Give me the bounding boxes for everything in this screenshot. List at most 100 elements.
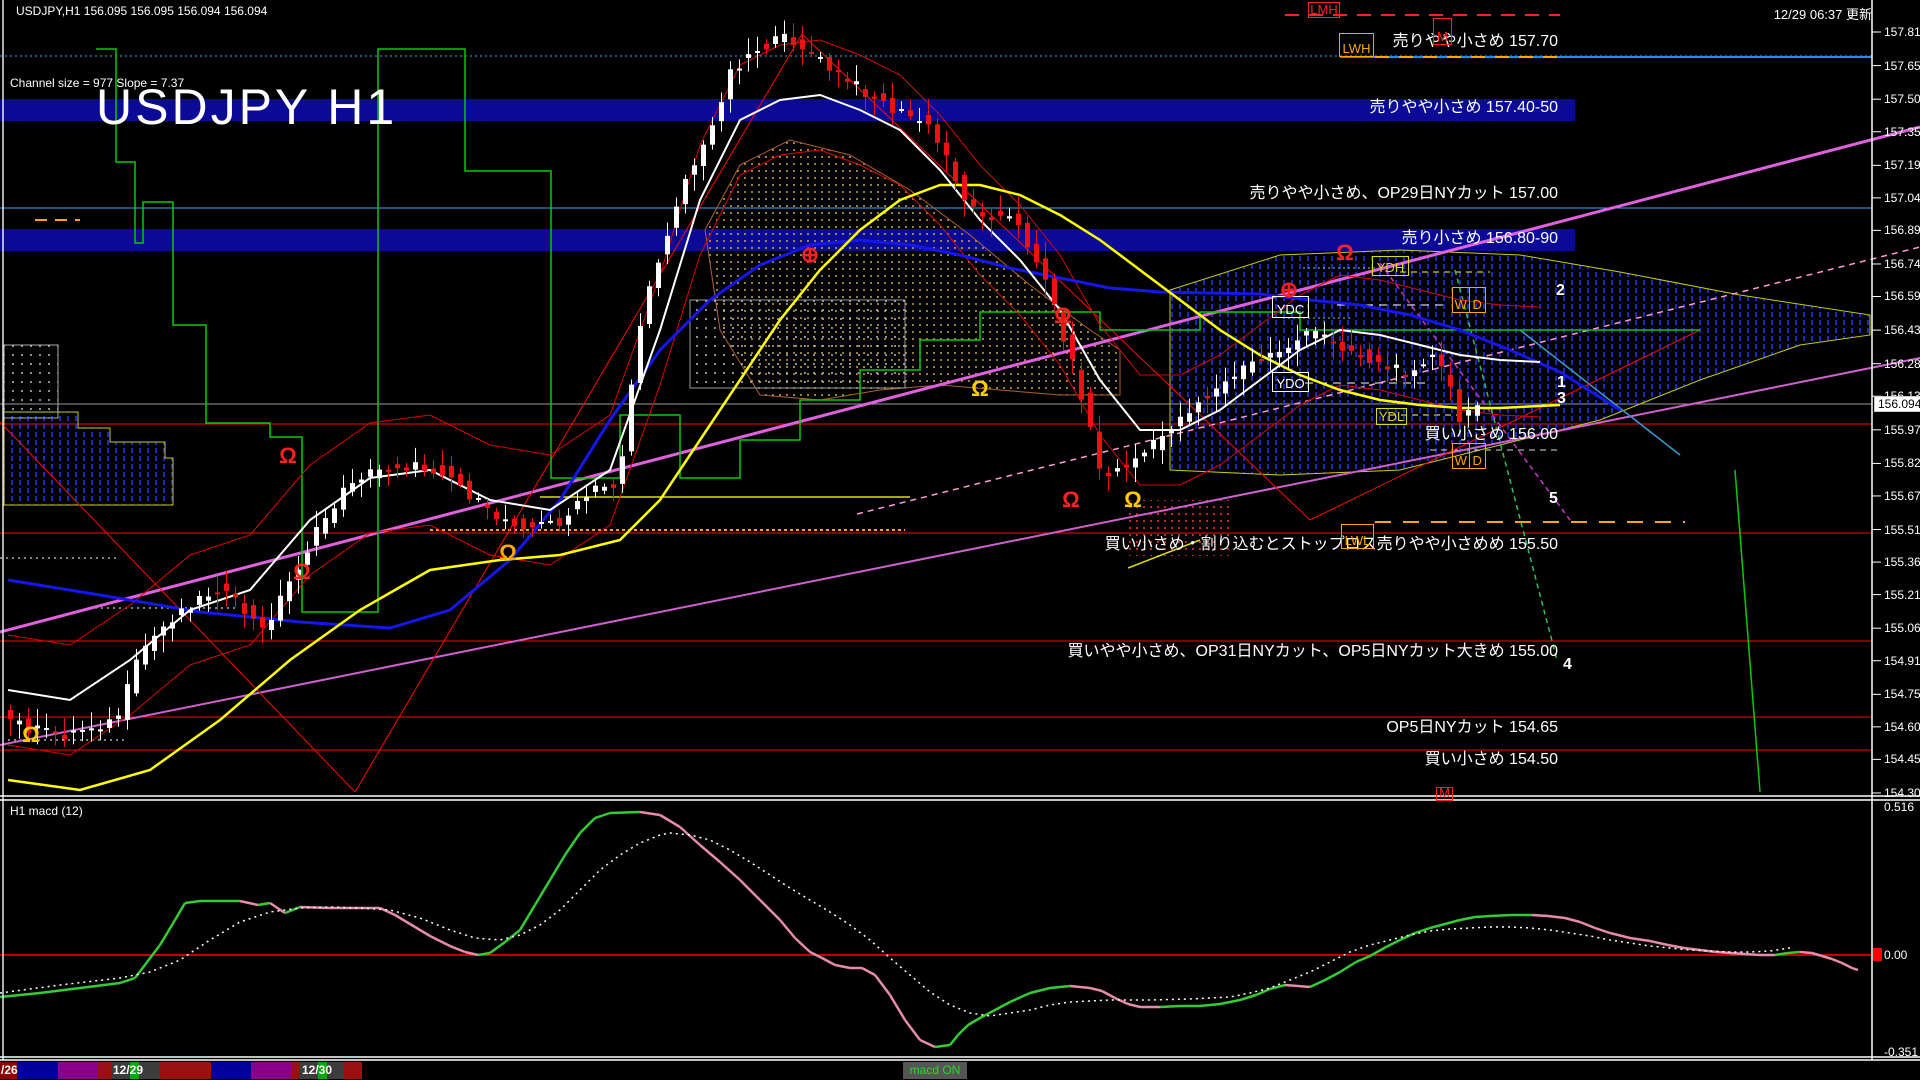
macd-line	[1745, 954, 1760, 955]
macd-line	[740, 880, 760, 900]
macd-line	[1800, 952, 1812, 953]
wave-number-2: 2	[1556, 282, 1565, 300]
macd-line	[240, 901, 258, 905]
update-time: 12/29 06:37 更新	[1774, 4, 1872, 23]
order-annotation: 買い小さめ・割り込むとストップロス売りやや小さめめ 155.50	[0, 530, 1558, 554]
price-axis-label: 155.365	[1884, 555, 1920, 569]
price-axis-label: 155.060	[1884, 621, 1920, 635]
trading-chart-window: USDJPY,H1 156.095 156.095 156.094 156.09…	[0, 0, 1920, 1080]
macd-line	[430, 936, 450, 946]
macd-line	[410, 924, 430, 936]
macd-line	[258, 903, 270, 905]
macd-line	[1460, 917, 1475, 920]
symbol-ohlc-line: USDJPY,H1 156.095 156.095 156.094 156.09…	[16, 4, 267, 18]
macd-line	[1475, 916, 1490, 917]
macd-line	[1220, 1000, 1240, 1004]
price-axis-label: 155.975	[1884, 423, 1920, 437]
macd-line	[1684, 948, 1700, 950]
tag-ydl: YDL	[1376, 408, 1407, 425]
macd-line	[700, 845, 720, 862]
macd-line	[1565, 918, 1580, 922]
timeline-date-label: 12/30	[302, 1063, 332, 1077]
price-axis-label: 156.740	[1884, 257, 1920, 271]
macd-line	[1580, 922, 1595, 928]
price-axis-label: 155.515	[1884, 523, 1920, 537]
macd-line	[1240, 995, 1256, 1000]
macd-line	[1270, 985, 1285, 989]
macd-line	[1310, 980, 1325, 987]
macd-line	[905, 1020, 920, 1040]
macd-line	[565, 833, 580, 855]
green-plunge-line	[1735, 470, 1760, 792]
macd-line	[862, 968, 875, 975]
macd-line	[395, 915, 410, 924]
tag-ydh: YDH	[1372, 256, 1409, 276]
macd-line	[595, 813, 610, 818]
tag-wd: WD	[1452, 287, 1486, 313]
signal-marker: Ω	[971, 376, 989, 402]
order-annotation: 売りやや小さめ 157.40-50	[0, 93, 1558, 117]
macd-line	[550, 855, 565, 880]
macd-line	[1700, 950, 1716, 952]
price-axis-label: 156.590	[1884, 289, 1920, 303]
price-axis-label: 157.810	[1884, 25, 1920, 39]
macd-line	[1832, 959, 1842, 963]
price-axis-label: 157.350	[1884, 125, 1920, 139]
macd-line	[1298, 986, 1310, 987]
order-annotation: 売りやや小さめ、OP29日NYカット 157.00	[0, 179, 1558, 203]
signal-marker: Ω	[22, 722, 40, 748]
macd-line	[1788, 952, 1800, 953]
tag-lwl: LWL	[1341, 524, 1374, 549]
macd-line	[1115, 998, 1128, 1004]
macd-line	[640, 812, 660, 815]
macd-axis-label: 0.00	[1884, 948, 1907, 962]
macd-line	[285, 907, 300, 913]
timeline-date-label: /26	[1, 1063, 18, 1077]
wave-number-4: 4	[1563, 656, 1572, 674]
order-annotation: OP5日NYカット 154.65	[0, 713, 1558, 737]
price-axis-label: 157.195	[1884, 158, 1920, 172]
signal-marker: Ω	[1054, 303, 1072, 329]
macd-line	[580, 818, 595, 833]
timeline-segment	[211, 1062, 251, 1079]
macd-indicator-label: H1 macd (12)	[10, 804, 83, 818]
order-annotation: 売りやや小さめ 157.70	[0, 27, 1558, 51]
signal-marker: Ω	[1062, 487, 1080, 513]
macd-line	[968, 1018, 980, 1025]
price-axis-label: 157.655	[1884, 59, 1920, 73]
macd-line	[1128, 1004, 1140, 1007]
macd-line	[160, 920, 175, 945]
order-annotation: 買い小さめ 156.00	[0, 420, 1558, 444]
macd-line	[920, 1040, 935, 1047]
macd-line	[660, 815, 680, 827]
macd-line	[1200, 1004, 1220, 1006]
price-axis-label: 154.910	[1884, 654, 1920, 668]
tag-lmh: LMH	[1308, 2, 1340, 18]
macd-line	[80, 983, 120, 988]
signal-marker: Ω	[279, 443, 297, 469]
macd-line	[795, 938, 810, 952]
macd-line	[1050, 986, 1070, 988]
macd-line	[0, 993, 40, 997]
signal-marker: Ω	[1124, 487, 1142, 513]
macd-line	[1822, 956, 1832, 959]
tag-m: M	[1436, 787, 1453, 801]
price-axis-label: 157.500	[1884, 92, 1920, 106]
macd-line	[1595, 928, 1610, 933]
macd-line	[935, 1045, 950, 1047]
macd-axis-label: -0.351	[1884, 1045, 1918, 1059]
macd-line	[760, 900, 780, 920]
price-axis-label: 155.670	[1884, 489, 1920, 503]
macd-line	[958, 1025, 968, 1035]
mid-white-kumo	[690, 300, 905, 388]
timeline-segment	[58, 1062, 98, 1079]
macd-line	[175, 903, 185, 920]
macd-line	[450, 946, 465, 952]
macd-line	[535, 880, 550, 905]
macd-line	[1325, 972, 1340, 980]
macd-on-button[interactable]: macd ON	[903, 1062, 967, 1079]
macd-line	[1160, 1006, 1180, 1007]
tag-ydo: YDO	[1272, 372, 1309, 392]
order-annotation: 売り小さめ 156.80-90	[0, 224, 1558, 248]
macd-line	[1090, 988, 1102, 991]
